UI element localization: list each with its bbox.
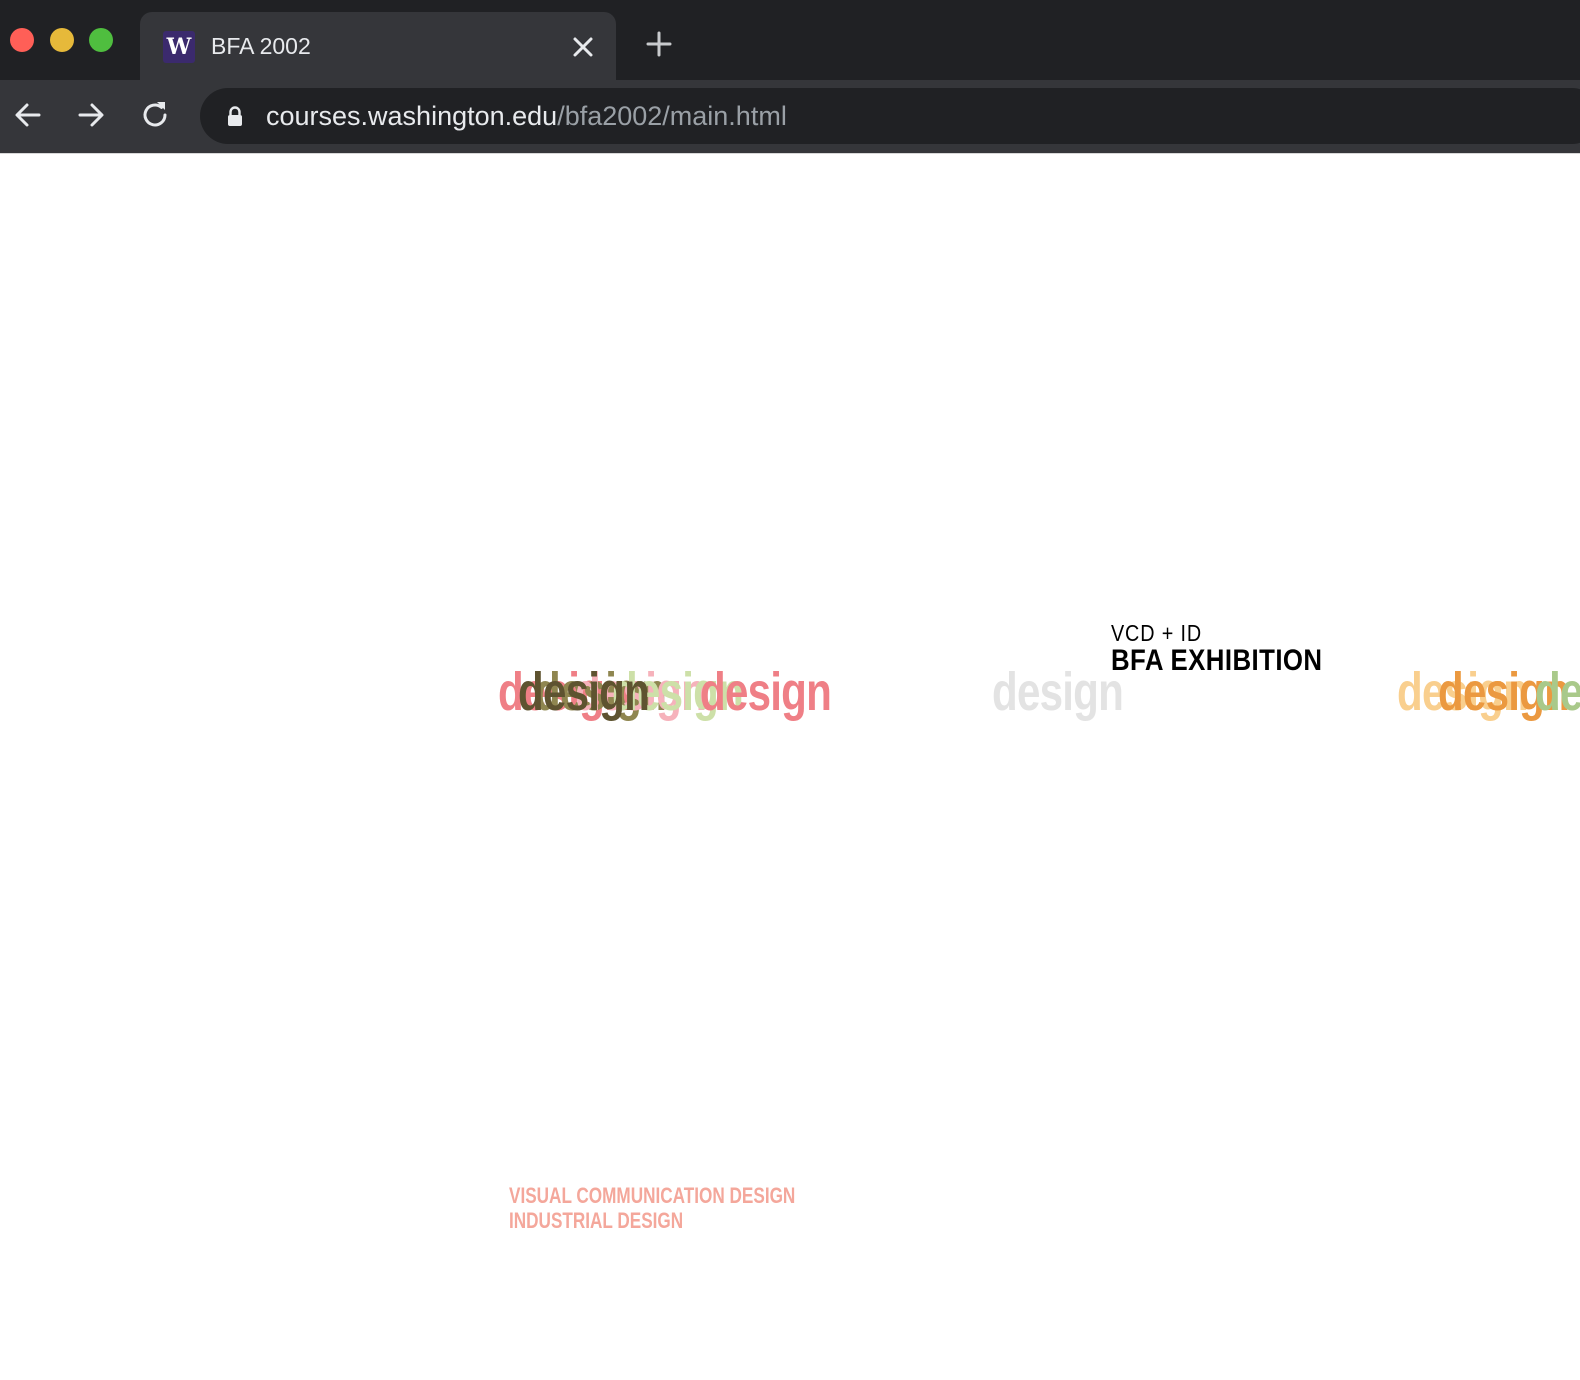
new-tab-plus-icon[interactable] — [645, 30, 673, 58]
design-word: design — [518, 662, 650, 722]
reload-icon[interactable] — [139, 99, 171, 131]
url-host: courses.washington.edu — [266, 101, 558, 131]
heading-subtitle: VCD + ID — [1111, 620, 1202, 646]
heading-title: BFA EXHIBITION — [1111, 644, 1323, 677]
browser-tab-bar: W BFA 2002 — [0, 0, 1580, 80]
browser-toolbar: courses.washington.edu/bfa2002/main.html — [0, 80, 1580, 153]
back-arrow-icon[interactable] — [12, 99, 44, 131]
design-word: design — [700, 662, 832, 722]
tab-title: BFA 2002 — [211, 33, 311, 59]
browser-tab[interactable]: W BFA 2002 — [140, 12, 616, 80]
page-content: design design design design design desig… — [0, 154, 1580, 1380]
url-path: /bfa2002/main.html — [557, 101, 787, 131]
uw-favicon-icon: W — [163, 31, 195, 63]
address-bar[interactable]: courses.washington.edu/bfa2002/main.html — [200, 88, 1580, 144]
program-list: VISUAL COMMUNICATION DESIGN INDUSTRIAL D… — [509, 1183, 795, 1233]
program-link-id[interactable]: INDUSTRIAL DESIGN — [509, 1208, 795, 1233]
program-link-vcd[interactable]: VISUAL COMMUNICATION DESIGN — [509, 1183, 795, 1208]
window-minimize-button[interactable] — [50, 28, 74, 52]
window-close-button[interactable] — [10, 28, 34, 52]
design-word: design — [992, 662, 1124, 722]
lock-icon — [228, 106, 242, 126]
forward-arrow-icon[interactable] — [75, 99, 107, 131]
design-word: design — [1535, 662, 1580, 722]
window-maximize-button[interactable] — [89, 28, 113, 52]
exhibition-heading: VCD + ID BFA EXHIBITION — [1111, 620, 1322, 676]
close-tab-icon[interactable] — [570, 34, 596, 60]
address-url[interactable]: courses.washington.edu/bfa2002/main.html — [266, 99, 787, 133]
